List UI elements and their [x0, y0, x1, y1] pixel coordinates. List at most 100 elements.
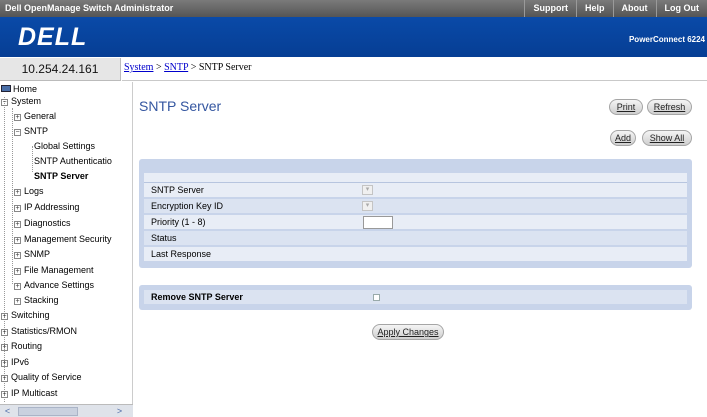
scrollbar-thumb[interactable]: [18, 407, 78, 416]
tree-label: Routing: [11, 341, 43, 351]
tree-label: Statistics/RMON: [11, 326, 78, 336]
tree-item-ip-addressing[interactable]: + IP Addressing: [14, 202, 79, 213]
tree-item-sntp-authentication[interactable]: SNTP Authenticatio: [34, 156, 112, 167]
tree-item-statistics-rmon[interactable]: + Statistics/RMON: [1, 326, 77, 337]
tree-item-sntp[interactable]: − SNTP: [14, 126, 48, 137]
tree-horizontal-scrollbar[interactable]: < >: [0, 404, 133, 417]
tree-line: [32, 146, 33, 172]
tree-label: IP Multicast: [11, 388, 58, 398]
tree-item-management-security[interactable]: + Management Security: [14, 234, 112, 245]
form-row-priority: Priority (1 - 8): [144, 215, 687, 230]
tree-item-diagnostics[interactable]: + Diagnostics: [14, 218, 71, 229]
plus-box-icon[interactable]: +: [14, 189, 21, 196]
tree-label: Quality of Service: [11, 372, 82, 382]
tree-item-quality-of-service[interactable]: + Quality of Service: [1, 372, 82, 383]
arrow-left-icon[interactable]: <: [2, 406, 13, 417]
tree-item-advance-settings[interactable]: + Advance Settings: [14, 280, 94, 291]
header-banner: DELL PowerConnect 6224: [0, 17, 707, 57]
tree-label: Logs: [24, 186, 44, 196]
tree-line: [12, 108, 13, 284]
tree-item-file-management[interactable]: + File Management: [14, 265, 94, 276]
tree-label: IPv6: [11, 357, 30, 367]
remove-server-checkbox[interactable]: [373, 294, 380, 301]
tree-label: SNMP: [24, 249, 51, 259]
last-response-label: Last Response: [151, 249, 212, 259]
top-links: Support Help About Log Out: [524, 0, 707, 17]
tree-item-logs[interactable]: + Logs: [14, 186, 44, 197]
priority-label: Priority (1 - 8): [151, 217, 206, 227]
app-title: Dell OpenManage Switch Administrator: [5, 3, 174, 13]
tree-item-ip-multicast[interactable]: + IP Multicast: [1, 388, 57, 399]
page-title: SNTP Server: [139, 98, 222, 114]
plus-box-icon[interactable]: +: [1, 329, 8, 336]
about-link[interactable]: About: [612, 0, 656, 17]
breadcrumb: System > SNTP > SNTP Server: [122, 58, 707, 81]
status-label: Status: [151, 233, 177, 243]
form-header-strip: [144, 173, 687, 183]
form-row-encryption-key-id: Encryption Key ID ▾: [144, 199, 687, 214]
plus-box-icon[interactable]: +: [14, 237, 21, 244]
tree-item-general[interactable]: + General: [14, 111, 56, 122]
sntp-server-form-panel: SNTP Server ▾ Encryption Key ID ▾ Priori…: [139, 159, 692, 268]
apply-changes-button[interactable]: Apply Changes: [372, 324, 444, 340]
print-button[interactable]: Print: [609, 99, 643, 115]
tree-label: IP Addressing: [24, 202, 80, 212]
sntp-server-select[interactable]: ▾: [362, 185, 373, 195]
breadcrumb-separator: >: [188, 62, 199, 73]
priority-input[interactable]: [363, 216, 393, 229]
plus-box-icon[interactable]: +: [14, 283, 21, 290]
breadcrumb-sntp[interactable]: SNTP: [164, 62, 188, 73]
home-icon: [1, 85, 11, 92]
minus-box-icon[interactable]: −: [1, 99, 8, 106]
add-button[interactable]: Add: [610, 130, 636, 146]
tree-item-ipv6[interactable]: + IPv6: [1, 357, 29, 368]
tree-item-home[interactable]: Home: [1, 84, 37, 95]
form-row-last-response: Last Response: [144, 247, 687, 262]
plus-box-icon[interactable]: +: [14, 298, 21, 305]
breadcrumb-system[interactable]: System: [124, 62, 153, 73]
plus-box-icon[interactable]: +: [14, 205, 21, 212]
help-link[interactable]: Help: [575, 0, 613, 17]
tree-item-stacking[interactable]: + Stacking: [14, 295, 59, 306]
plus-box-icon[interactable]: +: [1, 391, 8, 398]
plus-box-icon[interactable]: +: [1, 375, 8, 382]
tree-item-system[interactable]: − System: [1, 96, 41, 107]
plus-box-icon[interactable]: +: [1, 344, 8, 351]
tree-label: SNTP Server: [34, 171, 89, 181]
tree-item-sntp-server[interactable]: SNTP Server: [34, 171, 89, 182]
support-link[interactable]: Support: [524, 0, 576, 17]
tree-item-switching[interactable]: + Switching: [1, 310, 50, 321]
show-all-button[interactable]: Show All: [642, 130, 692, 146]
tree-label: Global Settings: [34, 141, 96, 151]
plus-box-icon[interactable]: +: [14, 252, 21, 259]
encryption-key-id-label: Encryption Key ID: [151, 201, 224, 211]
plus-box-icon[interactable]: +: [14, 268, 21, 275]
tree-label: System: [11, 96, 42, 106]
arrow-right-icon[interactable]: >: [114, 406, 125, 417]
plus-box-icon[interactable]: +: [14, 114, 21, 121]
chevron-down-icon: ▾: [365, 186, 370, 193]
navigation-tree: Home − System + General − SNTP Global Setti…: [0, 82, 133, 404]
minus-box-icon[interactable]: −: [14, 129, 21, 136]
tree-item-snmp[interactable]: + SNMP: [14, 249, 50, 260]
encryption-key-id-select[interactable]: ▾: [362, 201, 373, 211]
plus-box-icon[interactable]: +: [1, 313, 8, 320]
chevron-down-icon: ▾: [365, 202, 370, 209]
plus-box-icon[interactable]: +: [1, 360, 8, 367]
tree-label: SNTP Authenticatio: [34, 156, 112, 166]
tree-label: Management Security: [24, 234, 112, 244]
refresh-button[interactable]: Refresh: [647, 99, 692, 115]
dell-logo: DELL: [18, 23, 88, 51]
tree-item-routing[interactable]: + Routing: [1, 341, 42, 352]
tree-item-global-settings[interactable]: Global Settings: [34, 141, 95, 152]
device-model: PowerConnect 6224: [628, 35, 705, 44]
logout-link[interactable]: Log Out: [655, 0, 707, 17]
tree-label: File Management: [24, 265, 94, 275]
tree-label: SNTP: [24, 126, 49, 136]
tree-label: Stacking: [24, 295, 59, 305]
sntp-server-label: SNTP Server: [151, 185, 204, 195]
form-row-status: Status: [144, 231, 687, 246]
tree-label: Switching: [11, 310, 50, 320]
main-content: SNTP Server Print Refresh Add Show All S…: [134, 82, 707, 417]
plus-box-icon[interactable]: +: [14, 221, 21, 228]
